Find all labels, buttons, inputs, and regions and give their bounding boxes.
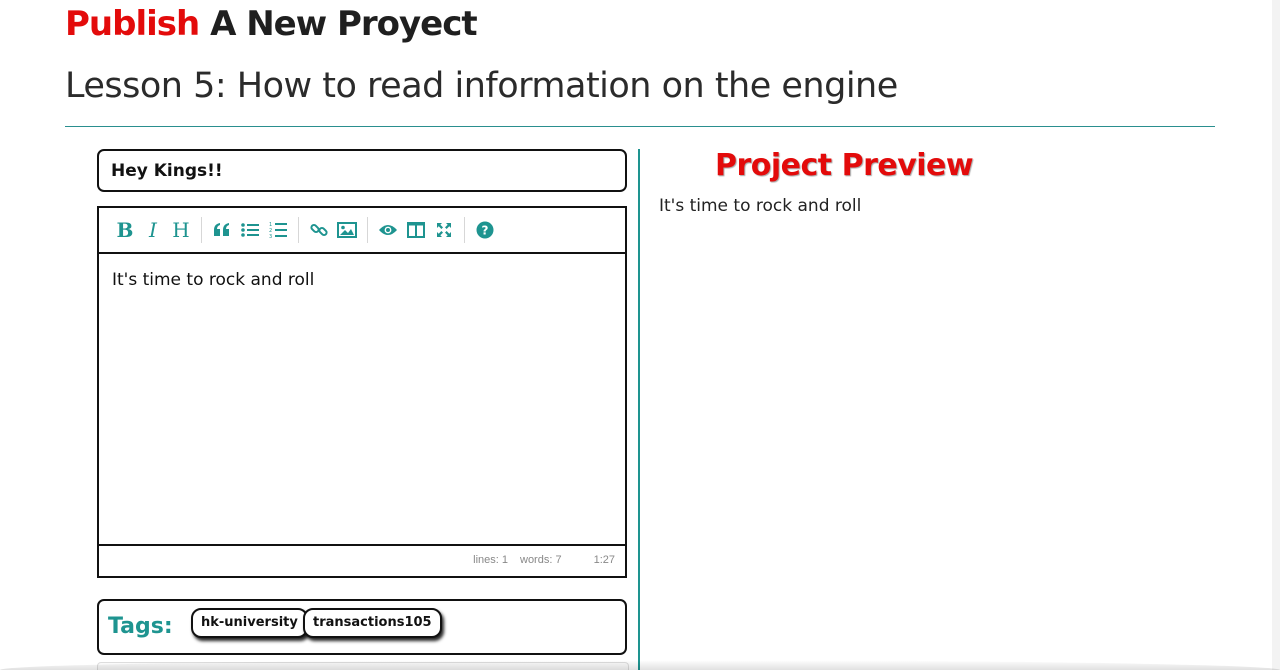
header-title-rest: A New Proyect	[210, 4, 478, 44]
italic-button[interactable]: I	[139, 215, 167, 245]
project-title-field[interactable]	[97, 149, 627, 192]
tag-chip[interactable]: hk-university	[191, 608, 308, 638]
page-header-title: Publish A New Proyect	[65, 4, 478, 44]
italic-icon: I	[149, 218, 157, 242]
toolbar-separator	[464, 217, 465, 243]
image-icon	[337, 222, 357, 238]
tags-label: Tags:	[108, 614, 173, 639]
status-lines: lines: 1	[473, 554, 508, 566]
ordered-list-icon: 1 2 3	[269, 222, 287, 239]
toolbar-separator	[367, 217, 368, 243]
status-words: words: 7	[520, 554, 562, 566]
toolbar-separator	[298, 217, 299, 243]
next-field-edge	[97, 662, 629, 670]
quote-button[interactable]	[208, 215, 236, 245]
quote-icon	[214, 223, 229, 236]
header-divider	[65, 126, 1215, 127]
fullscreen-button[interactable]	[430, 215, 458, 245]
tag-chip[interactable]: transactions105	[303, 608, 442, 638]
preview-title: Project Preview	[715, 148, 974, 183]
project-title-input[interactable]	[111, 151, 611, 190]
side-by-side-button[interactable]	[402, 215, 430, 245]
side-by-side-icon	[407, 222, 425, 238]
window-edge	[1272, 0, 1280, 670]
editor-statusbar: lines: 1 words: 7 1:27	[99, 544, 625, 574]
page: Publish A New Proyect Lesson 5: How to r…	[0, 0, 1280, 670]
svg-text:3: 3	[269, 234, 272, 239]
unordered-list-button[interactable]	[236, 215, 264, 245]
unordered-list-icon	[241, 223, 259, 237]
editor-textarea[interactable]: It's time to rock and roll	[99, 254, 625, 544]
header-title-accent: Publish	[65, 4, 200, 44]
preview-icon	[379, 225, 397, 235]
heading-icon: H	[172, 218, 190, 242]
editor-toolbar: B I H 1 2 3 ?	[99, 208, 625, 254]
markdown-editor: B I H 1 2 3 ? It's time to rock and roll…	[97, 206, 627, 578]
link-icon	[310, 223, 328, 237]
ordered-list-button[interactable]: 1 2 3	[264, 215, 292, 245]
status-cursor-position: 1:27	[593, 554, 615, 566]
lesson-title: Lesson 5: How to read information on the…	[65, 66, 898, 106]
preview-button[interactable]	[374, 215, 402, 245]
toolbar-separator	[201, 217, 202, 243]
svg-text:?: ?	[482, 224, 489, 238]
help-icon: ?	[476, 221, 494, 239]
bold-button[interactable]: B	[111, 215, 139, 245]
tags-field[interactable]: Tags: hk-university transactions105	[97, 599, 627, 655]
image-button[interactable]	[333, 215, 361, 245]
column-divider	[638, 149, 640, 670]
link-button[interactable]	[305, 215, 333, 245]
heading-button[interactable]: H	[167, 215, 195, 245]
bold-icon: B	[116, 218, 134, 242]
help-button[interactable]: ?	[471, 215, 499, 245]
preview-body: It's time to rock and roll	[659, 196, 862, 216]
fullscreen-icon	[437, 223, 451, 237]
